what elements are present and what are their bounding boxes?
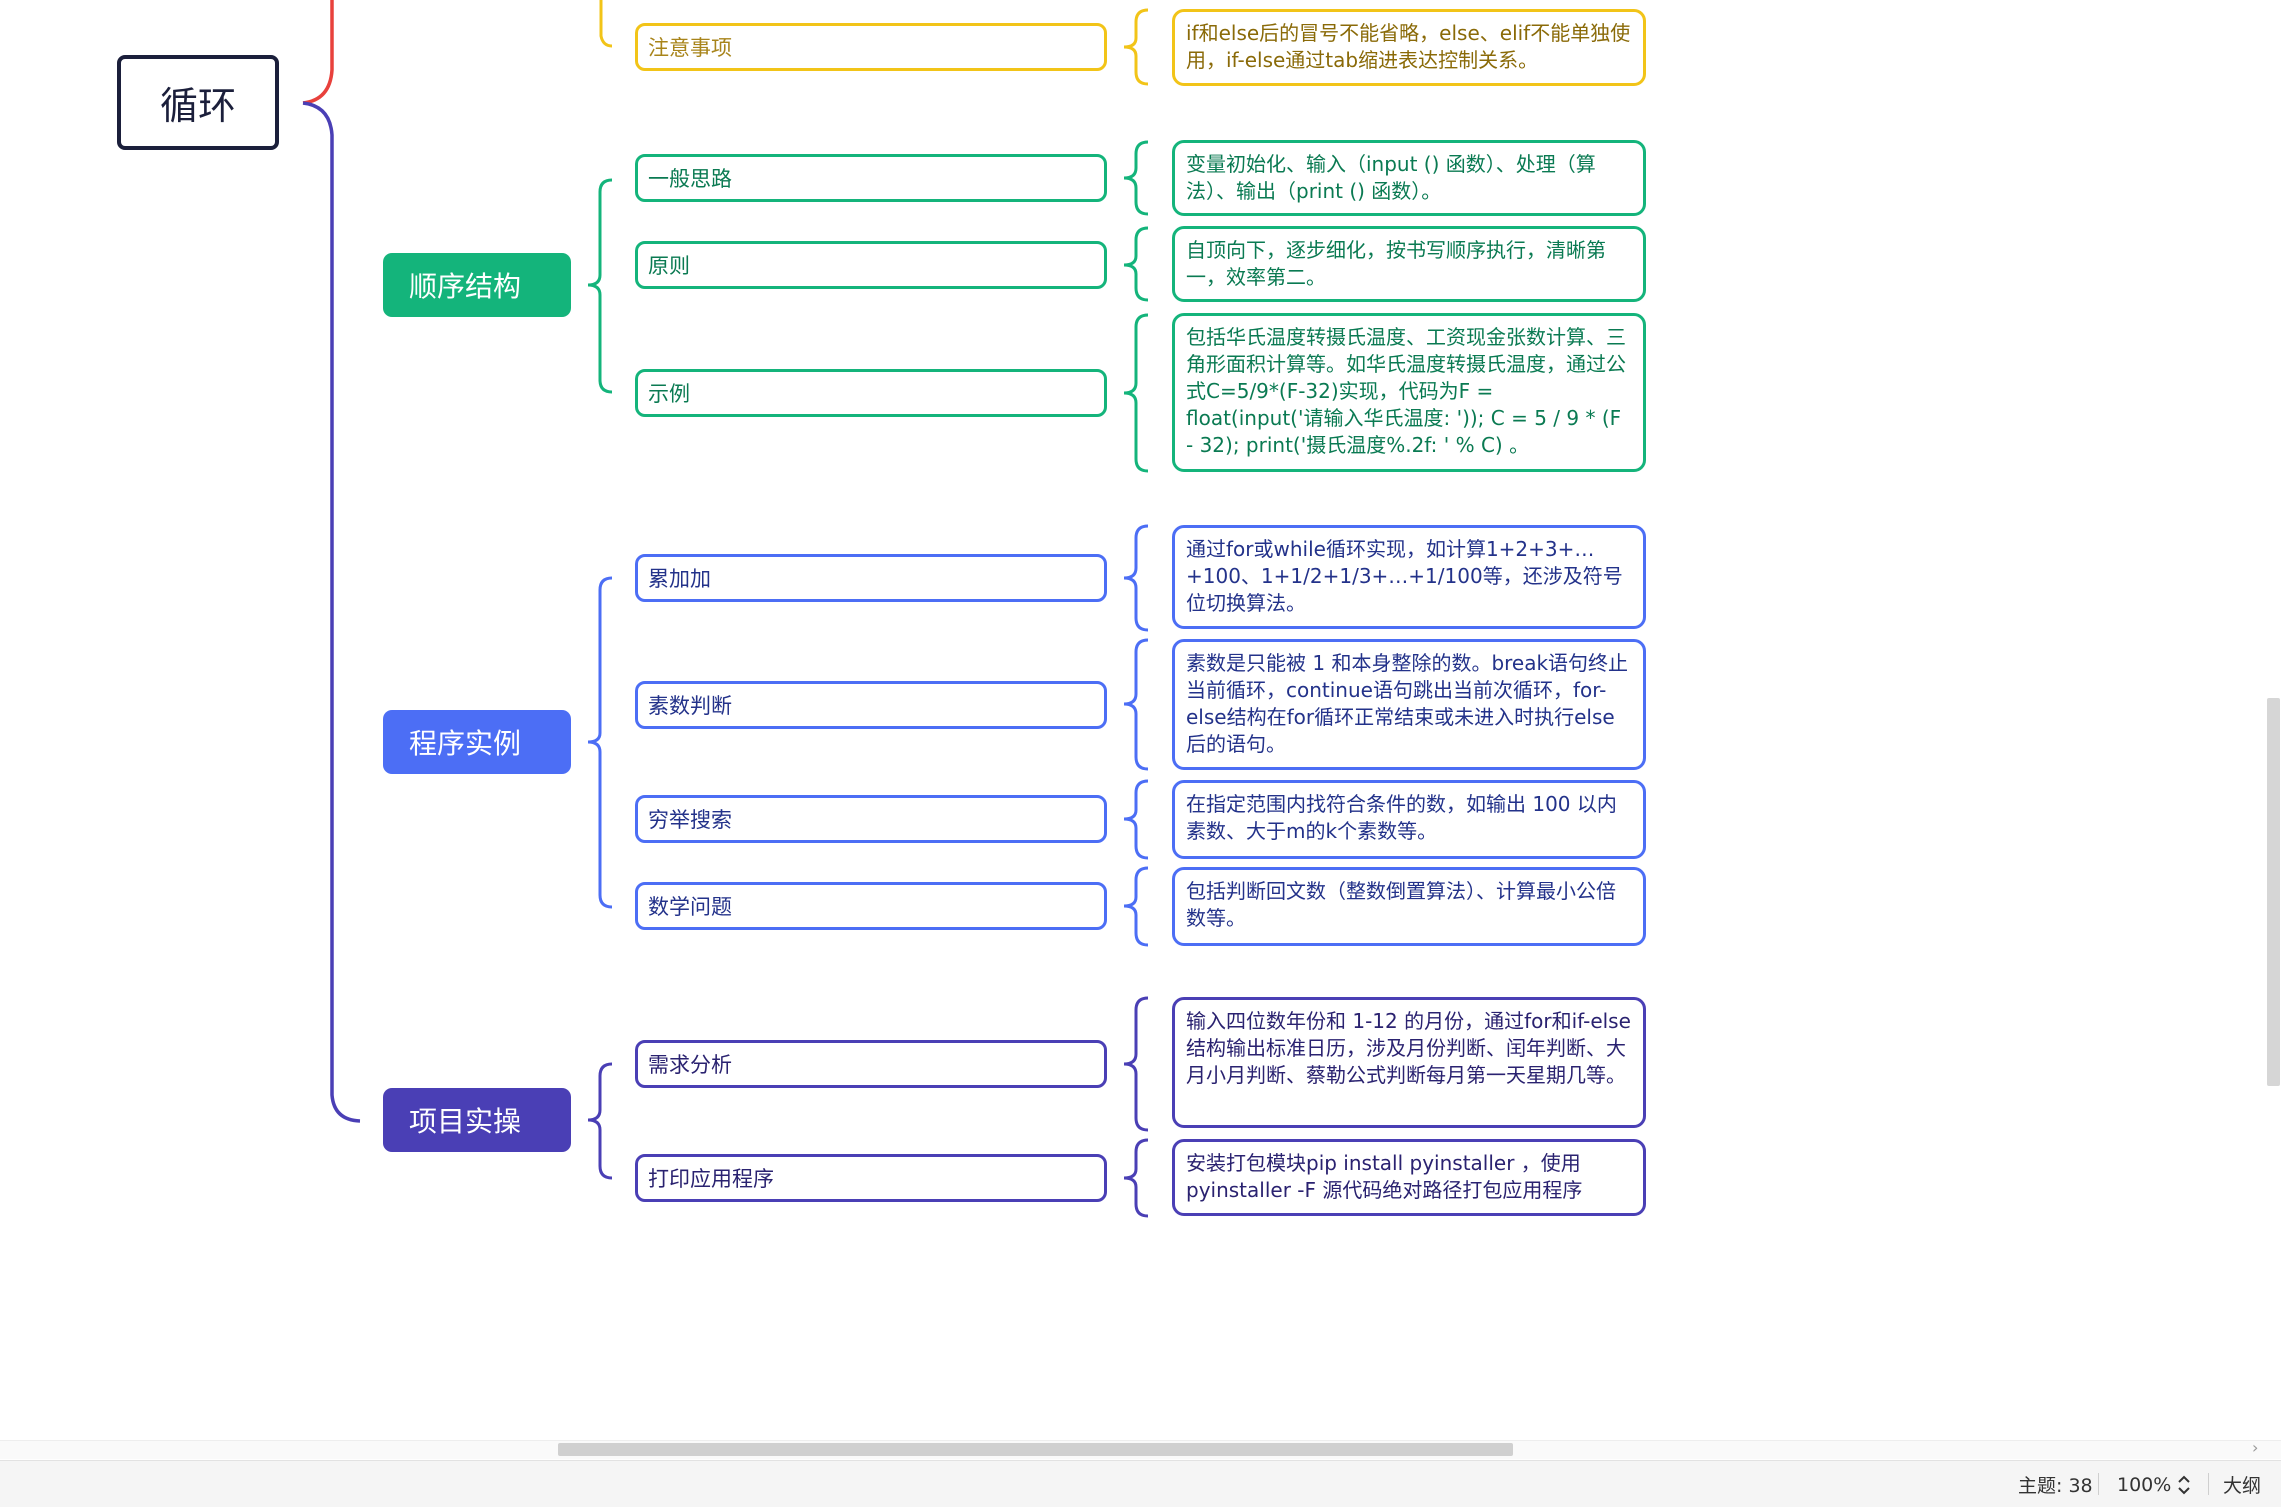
note-exhaustive-search[interactable]: 在指定范围内找符合条件的数，如输出 100 以内素数、大于m的k个素数等。 — [1172, 780, 1646, 859]
note-text: if和else后的冒号不能省略，else、elif不能单独使用，if-else通… — [1186, 21, 1631, 72]
topic-label: 示例 — [648, 382, 690, 406]
note-requirements-analysis[interactable]: 输入四位数年份和 1-12 的月份，通过for和if-else结构输出标准日历，… — [1172, 997, 1646, 1128]
note-text: 安装打包模块pip install pyinstaller ，使用pyinsta… — [1186, 1151, 1583, 1202]
horizontal-scrollbar-thumb[interactable] — [558, 1443, 1513, 1456]
status-divider — [2208, 1473, 2209, 1495]
note-examples[interactable]: 包括华氏温度转摄氏温度、工资现金张数计算、三角形面积计算等。如华氏温度转摄氏温度… — [1172, 313, 1646, 472]
topic-label: 原则 — [648, 254, 690, 278]
topic-accumulation[interactable]: 累加加 — [635, 554, 1107, 602]
note-math-problems[interactable]: 包括判断回文数（整数倒置算法）、计算最小公倍数等。 — [1172, 867, 1646, 946]
note-text: 输入四位数年份和 1-12 的月份，通过for和if-else结构输出标准日历，… — [1186, 1009, 1631, 1087]
note-general-approach[interactable]: 变量初始化、输入（input () 函数）、处理（算法）、输出（print ()… — [1172, 140, 1646, 216]
vertical-scrollbar-thumb[interactable] — [2267, 698, 2280, 1086]
topic-prime-check[interactable]: 素数判断 — [635, 681, 1107, 729]
note-text: 在指定范围内找符合条件的数，如输出 100 以内素数、大于m的k个素数等。 — [1186, 792, 1617, 843]
topic-label: 数学问题 — [648, 895, 732, 919]
topic-examples[interactable]: 示例 — [635, 369, 1107, 417]
note-text: 通过for或while循环实现，如计算1+2+3+…+100、1+1/2+1/3… — [1186, 537, 1623, 615]
topic-exhaustive-search[interactable]: 穷举搜索 — [635, 795, 1107, 843]
topic-label: 穷举搜索 — [648, 808, 732, 832]
status-divider — [2098, 1473, 2099, 1495]
note-text: 包括华氏温度转摄氏温度、工资现金张数计算、三角形面积计算等。如华氏温度转摄氏温度… — [1186, 325, 1626, 457]
topic-general-approach[interactable]: 一般思路 — [635, 154, 1107, 202]
scroll-right-arrow-icon[interactable]: › — [2252, 1438, 2258, 1457]
topic-label: 一般思路 — [648, 167, 732, 191]
status-bar: 主题: 38 100% 大纲 — [0, 1460, 2281, 1507]
note-notes[interactable]: if和else后的冒号不能省略，else、elif不能单独使用，if-else通… — [1172, 9, 1646, 86]
branch-project-practice[interactable]: 项目实操 — [383, 1088, 571, 1152]
topic-label: 累加加 — [648, 567, 711, 591]
topic-count: 主题: 38 — [2018, 1475, 2093, 1497]
note-text: 变量初始化、输入（input () 函数）、处理（算法）、输出（print ()… — [1186, 152, 1596, 203]
topic-principles[interactable]: 原则 — [635, 241, 1107, 289]
topic-math-problems[interactable]: 数学问题 — [635, 882, 1107, 930]
connector-lines — [302, 0, 1149, 1218]
note-prime-check[interactable]: 素数是只能被 1 和本身整除的数。break语句终止当前循环，continue语… — [1172, 639, 1646, 770]
topic-label: 注意事项 — [648, 36, 732, 60]
topic-label: 素数判断 — [648, 694, 732, 718]
root-topic-label: 循环 — [159, 84, 236, 128]
note-package-application[interactable]: 安装打包模块pip install pyinstaller ，使用pyinsta… — [1172, 1139, 1646, 1216]
root-topic[interactable]: 循环 — [117, 55, 279, 150]
zoom-stepper-icon[interactable] — [2176, 1461, 2192, 1508]
branch-label: 顺序结构 — [409, 270, 522, 303]
note-text: 自顶向下，逐步细化，按书写顺序执行，清晰第一，效率第二。 — [1186, 238, 1606, 289]
note-text: 包括判断回文数（整数倒置算法）、计算最小公倍数等。 — [1186, 879, 1616, 930]
topic-package-application[interactable]: 打印应用程序 — [635, 1154, 1107, 1202]
note-text: 素数是只能被 1 和本身整除的数。break语句终止当前循环，continue语… — [1186, 651, 1629, 756]
branch-label: 程序实例 — [409, 727, 522, 760]
branch-label: 项目实操 — [409, 1105, 522, 1138]
topic-requirements-analysis[interactable]: 需求分析 — [635, 1040, 1107, 1088]
topic-notes[interactable]: 注意事项 — [635, 23, 1107, 71]
topic-label: 打印应用程序 — [648, 1167, 774, 1191]
outline-button[interactable]: 大纲 — [2223, 1461, 2261, 1508]
topic-label: 需求分析 — [648, 1053, 732, 1077]
zoom-level[interactable]: 100% — [2117, 1461, 2171, 1508]
note-accumulation[interactable]: 通过for或while循环实现，如计算1+2+3+…+100、1+1/2+1/3… — [1172, 525, 1646, 629]
mindmap-canvas[interactable]: 循环 顺序结构 程序实例 项目实操 注意事项 一般思路 原则 示例 累加加 素数… — [0, 0, 2281, 1507]
branch-sequential-structure[interactable]: 顺序结构 — [383, 253, 571, 317]
branch-program-examples[interactable]: 程序实例 — [383, 710, 571, 774]
note-principles[interactable]: 自顶向下，逐步细化，按书写顺序执行，清晰第一，效率第二。 — [1172, 226, 1646, 302]
